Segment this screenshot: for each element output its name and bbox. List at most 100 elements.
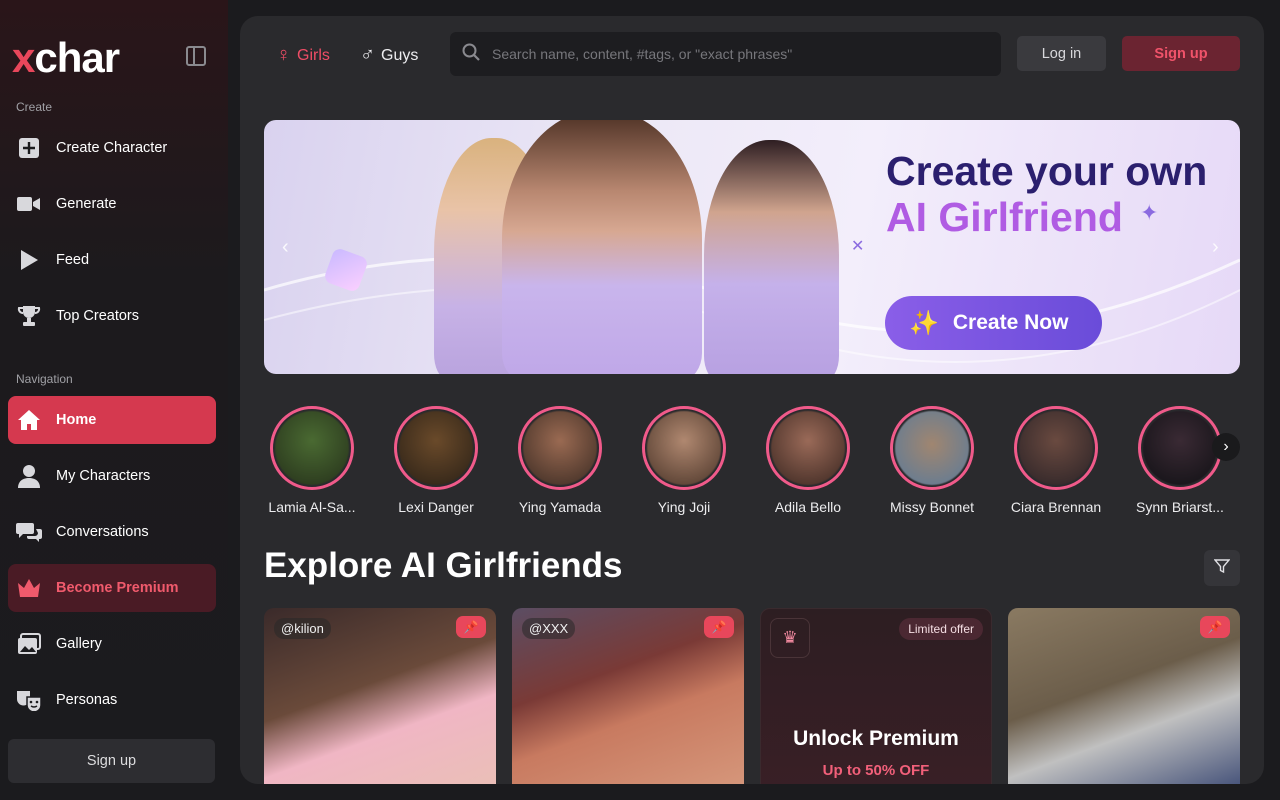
avatar — [399, 411, 473, 485]
story-item[interactable]: Lexi Danger — [386, 406, 486, 515]
search-input[interactable] — [492, 46, 992, 62]
pin-icon: 📌 — [456, 616, 486, 638]
sidebar-signup-button[interactable]: Sign up — [8, 739, 215, 783]
avatar — [1143, 411, 1217, 485]
create-now-button[interactable]: ✨ Create Now — [885, 296, 1102, 350]
story-name: Lexi Danger — [398, 499, 474, 515]
banner-title-line1: Create your own — [886, 148, 1208, 194]
story-ring — [1014, 406, 1098, 490]
crown-icon: ♛ — [770, 618, 810, 658]
story-name: Synn Briarst... — [1136, 499, 1224, 515]
trophy-icon — [16, 303, 42, 329]
character-card[interactable]: @XXX 📌 — [512, 608, 744, 784]
story-ring — [642, 406, 726, 490]
story-name: Lamia Al-Sa... — [268, 499, 356, 515]
story-ring — [890, 406, 974, 490]
create-section-label: Create — [16, 100, 53, 114]
login-button[interactable]: Log in — [1017, 36, 1106, 71]
filter-button[interactable] — [1204, 550, 1240, 586]
tab-guys[interactable]: ♂ Guys — [360, 44, 418, 67]
unlock-premium-title: Unlock Premium — [793, 727, 959, 750]
sidebar-item-my-characters[interactable]: My Characters — [8, 452, 216, 500]
pin-icon: 📌 — [704, 616, 734, 638]
sidebar-item-become-premium[interactable]: Become Premium — [8, 564, 216, 612]
promo-banner[interactable]: ✕ ✦ Create your own AI Girlfriend ✨ Crea… — [264, 120, 1240, 374]
banner-next-arrow[interactable]: › — [1212, 236, 1219, 259]
sidebar-item-personas[interactable]: Personas — [8, 676, 216, 724]
story-ring — [766, 406, 850, 490]
banner-model-center — [502, 120, 702, 374]
avatar — [1019, 411, 1093, 485]
story-item[interactable]: Ying Yamada — [510, 406, 610, 515]
discount-text: Up to 50% OFF — [822, 762, 930, 779]
main-panel: ♀ Girls ♂ Guys Log in Sign up ✕ ✦ Create… — [240, 16, 1264, 784]
sidebar-item-feed[interactable]: Feed — [8, 236, 216, 284]
male-symbol-icon: ♂ — [360, 44, 375, 66]
banner-title-line2: AI Girlfriend — [886, 194, 1123, 240]
story-item[interactable]: Ciara Brennan — [1006, 406, 1106, 515]
chat-icon — [16, 519, 42, 545]
story-item[interactable]: Adila Bello — [758, 406, 858, 515]
banner-prev-arrow[interactable]: ‹ — [282, 236, 289, 259]
tab-girls[interactable]: ♀ Girls — [276, 44, 330, 67]
story-name: Ying Yamada — [518, 499, 602, 515]
creator-handle[interactable]: @kilion — [274, 618, 331, 639]
search-icon — [462, 43, 480, 66]
user-icon — [16, 463, 42, 489]
story-item[interactable]: Synn Briarst... — [1130, 406, 1230, 515]
story-ring — [1138, 406, 1222, 490]
sidebar-item-conversations[interactable]: Conversations — [8, 508, 216, 556]
sidebar-item-create-character[interactable]: Create Character — [8, 124, 216, 172]
avatar — [647, 411, 721, 485]
story-name: Adila Bello — [774, 499, 842, 515]
magic-wand-icon: ✨ — [909, 309, 939, 337]
sidebar-item-label: Top Creators — [56, 308, 140, 324]
sidebar-item-gallery[interactable]: Gallery — [8, 620, 216, 668]
video-camera-icon — [16, 191, 42, 217]
home-icon — [16, 407, 42, 433]
creator-handle[interactable]: @XXX — [522, 618, 576, 639]
sidebar-item-label: Feed — [56, 252, 90, 268]
sidebar-item-label: Generate — [56, 196, 117, 212]
avatar — [771, 411, 845, 485]
sidebar-item-label: Become Premium — [56, 580, 179, 596]
premium-offer-card[interactable]: ♛ Limited offer Unlock Premium Up to 50%… — [760, 608, 992, 784]
sidebar-item-top-creators[interactable]: Top Creators — [8, 292, 216, 340]
sidebar-item-label: Conversations — [56, 524, 149, 540]
character-card[interactable]: @kilion 📌 — [264, 608, 496, 784]
story-item[interactable]: Ying Joji — [634, 406, 734, 515]
character-card[interactable]: 📌 — [1008, 608, 1240, 784]
crown-icon — [16, 575, 42, 601]
story-name: Ying Joji — [657, 499, 711, 515]
story-name: Ciara Brennan — [1010, 499, 1102, 515]
filter-icon — [1213, 558, 1231, 579]
story-ring — [518, 406, 602, 490]
play-icon — [16, 247, 42, 273]
search-bar[interactable] — [450, 32, 1001, 76]
top-bar: ♀ Girls ♂ Guys Log in Sign up — [240, 16, 1264, 92]
sidebar-item-label: Personas — [56, 692, 118, 708]
story-ring — [394, 406, 478, 490]
signup-button[interactable]: Sign up — [1122, 36, 1240, 71]
story-item[interactable]: Lamia Al-Sa... — [262, 406, 362, 515]
story-item[interactable]: Missy Bonnet — [882, 406, 982, 515]
avatar — [275, 411, 349, 485]
gallery-icon — [16, 631, 42, 657]
plus-square-icon — [16, 135, 42, 161]
sidebar-item-label: Home — [56, 412, 97, 428]
x-sparkle-icon: ✕ — [851, 238, 865, 255]
story-ring — [270, 406, 354, 490]
xchar-logo[interactable]: xchar — [12, 34, 120, 82]
stories-next-button[interactable]: › — [1212, 433, 1240, 461]
sidebar-item-home[interactable]: Home — [8, 396, 216, 444]
female-symbol-icon: ♀ — [276, 44, 291, 66]
navigation-section-label: Navigation — [16, 372, 73, 386]
story-name: Missy Bonnet — [889, 499, 975, 515]
explore-title: Explore AI Girlfriends — [264, 546, 623, 585]
tab-guys-label: Guys — [381, 46, 419, 64]
sidebar-item-generate[interactable]: Generate — [8, 180, 216, 228]
sidebar-toggle-icon[interactable] — [186, 46, 206, 66]
sidebar-item-label: Create Character — [56, 140, 168, 156]
limited-offer-badge: Limited offer — [899, 618, 983, 640]
avatar — [523, 411, 597, 485]
